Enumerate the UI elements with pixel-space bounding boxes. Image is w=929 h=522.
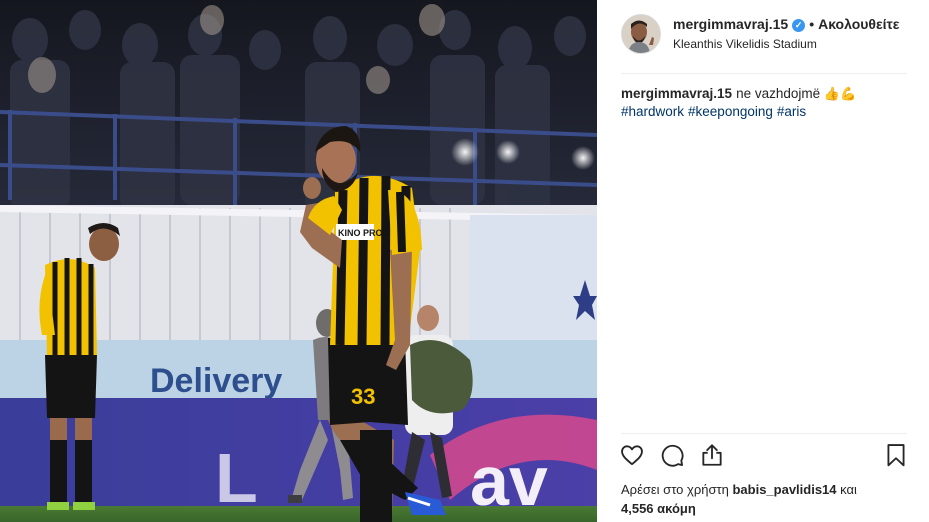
hashtag-list: #hardwork #keepongoing #aris (621, 103, 911, 121)
post-photo[interactable]: Delivery av L 33 KINO PROFIS (0, 0, 597, 522)
location-link[interactable]: Kleanthis Vikelidis Stadium (673, 37, 817, 51)
verified-badge-icon: ✓ (792, 19, 806, 32)
post-actions-bar (619, 442, 915, 472)
post-side-panel: mergimmavraj.15 ✓ • Ακολουθείτε Kleanthis V… (597, 0, 929, 522)
football-player-photo: Delivery av L 33 KINO PROFIS (0, 0, 597, 522)
separator-dot: • (809, 16, 815, 32)
comment-icon[interactable] (659, 442, 687, 470)
heart-icon[interactable] (619, 442, 647, 470)
hashtag-link[interactable]: #hardwork (621, 104, 684, 119)
caption-emojis: 👍💪 (823, 86, 857, 101)
likes-suffix[interactable]: ακόμη (657, 501, 696, 516)
liker-username-link[interactable]: babis_pavlidis14 (732, 482, 836, 497)
likes-prefix: Αρέσει στο χρήστη (621, 482, 729, 497)
jersey-number: 33 (351, 384, 375, 409)
caption-username-link[interactable]: mergimmavraj.15 (621, 86, 732, 101)
actions-divider (621, 433, 907, 434)
likes-count-link[interactable]: 4,556 (621, 501, 654, 516)
sponsor-text: KINO PROFIS (338, 228, 397, 238)
bookmark-icon[interactable] (883, 442, 911, 470)
avatar[interactable] (621, 14, 661, 54)
svg-text:L: L (215, 439, 258, 517)
username-link[interactable]: mergimmavraj.15 (673, 16, 788, 32)
profile-picture (622, 15, 660, 53)
header-divider (621, 73, 907, 74)
likes-summary: Αρέσει στο χρήστη babis_pavlidis14 και 4… (621, 480, 911, 518)
following-button[interactable]: Ακολουθείτε (818, 16, 899, 32)
post-caption: mergimmavraj.15 ne vazhdojmë 👍💪 #hardwork… (621, 85, 911, 121)
hashtag-link[interactable]: #keepongoing (688, 104, 773, 119)
share-icon[interactable] (699, 442, 727, 470)
likes-conjunction: και (840, 482, 857, 497)
caption-text: ne vazhdojmë (736, 86, 821, 101)
post-header: mergimmavraj.15 ✓ • Ακολουθείτε Kleanthis V… (597, 0, 929, 72)
hashtag-link[interactable]: #aris (777, 104, 806, 119)
board-text-left: Delivery (150, 362, 282, 400)
